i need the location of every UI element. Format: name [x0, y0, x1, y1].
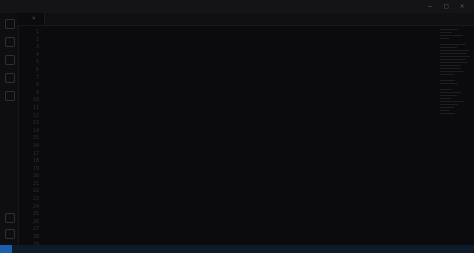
line-number: 2 [35, 36, 39, 43]
minimap-line [440, 65, 461, 66]
source-control-icon[interactable] [5, 55, 15, 65]
tab-file[interactable]: × [18, 13, 45, 25]
minimap-line [440, 62, 468, 63]
minimap-line [440, 89, 452, 90]
minimap-line [440, 107, 454, 108]
line-number: 17 [32, 150, 39, 157]
minimap-line [440, 35, 463, 36]
line-number: 26 [32, 218, 39, 225]
explorer-icon[interactable] [5, 19, 15, 29]
line-number: 21 [32, 180, 39, 187]
account-icon[interactable] [5, 213, 15, 223]
status-bar [0, 245, 474, 253]
line-number: 10 [32, 97, 39, 104]
line-number: 5 [35, 59, 39, 66]
minimap-line [440, 47, 457, 48]
minimap-line [440, 92, 461, 93]
minimap-line [440, 29, 458, 30]
minimap-line [440, 98, 451, 99]
maximize-button[interactable]: □ [444, 2, 448, 10]
minimap-line [440, 101, 464, 102]
minimap-line [440, 38, 449, 39]
line-number: 3 [35, 44, 39, 51]
minimap-line [440, 50, 469, 51]
minimap-line [440, 53, 467, 54]
line-number: 14 [32, 127, 39, 134]
search-icon[interactable] [5, 37, 15, 47]
run-debug-icon[interactable] [5, 73, 15, 83]
close-window-button[interactable]: ✕ [460, 2, 464, 10]
line-number: 12 [32, 112, 39, 119]
line-number: 4 [35, 51, 39, 58]
code-editor[interactable]: 1 2 3 4 5 6 7 8 9 10 11 12 13 14 15 16 17 18 19 20 21 22 23 24 2… [18, 25, 474, 245]
minimap-line [440, 44, 466, 45]
minimap-line [440, 68, 460, 69]
minimap-line [440, 32, 452, 33]
line-number: 1 [35, 29, 39, 35]
line-number: 9 [35, 89, 39, 96]
title-bar: — □ ✕ [0, 0, 474, 14]
line-number: 6 [35, 66, 39, 73]
extensions-icon[interactable] [5, 91, 15, 101]
activity-bar [0, 13, 19, 245]
line-number: 13 [32, 120, 39, 127]
line-number: 7 [35, 74, 39, 81]
minimap-line [440, 83, 458, 84]
settings-gear-icon[interactable] [5, 229, 15, 239]
line-number: 27 [32, 226, 39, 233]
line-number: 16 [32, 142, 39, 149]
line-number: 8 [35, 82, 39, 89]
tab-close-icon[interactable]: × [32, 15, 36, 22]
minimap-line [440, 80, 455, 81]
line-number: 11 [32, 104, 39, 111]
line-number: 28 [32, 234, 39, 241]
remote-indicator-icon[interactable] [0, 245, 12, 253]
line-number-gutter: 1 2 3 4 5 6 7 8 9 10 11 12 13 14 15 16 17 18 19 20 21 22 23 24 2… [18, 29, 42, 245]
minimap-line [440, 104, 458, 105]
minimap-line [440, 59, 467, 60]
minimap-line [440, 113, 455, 114]
minimap-line [440, 110, 449, 111]
minimap-line [440, 56, 470, 57]
minimap-line [440, 74, 454, 75]
minimap[interactable] [440, 29, 470, 239]
minimap-line [440, 95, 457, 96]
line-number: 25 [32, 211, 39, 218]
line-number: 18 [32, 158, 39, 165]
line-number: 15 [32, 135, 39, 142]
line-number: 19 [32, 165, 39, 172]
minimize-button[interactable]: — [428, 2, 432, 10]
line-number: 20 [32, 173, 39, 180]
line-number: 23 [32, 196, 39, 203]
line-number: 24 [32, 203, 39, 210]
line-number: 22 [32, 188, 39, 195]
minimap-line [440, 71, 464, 72]
